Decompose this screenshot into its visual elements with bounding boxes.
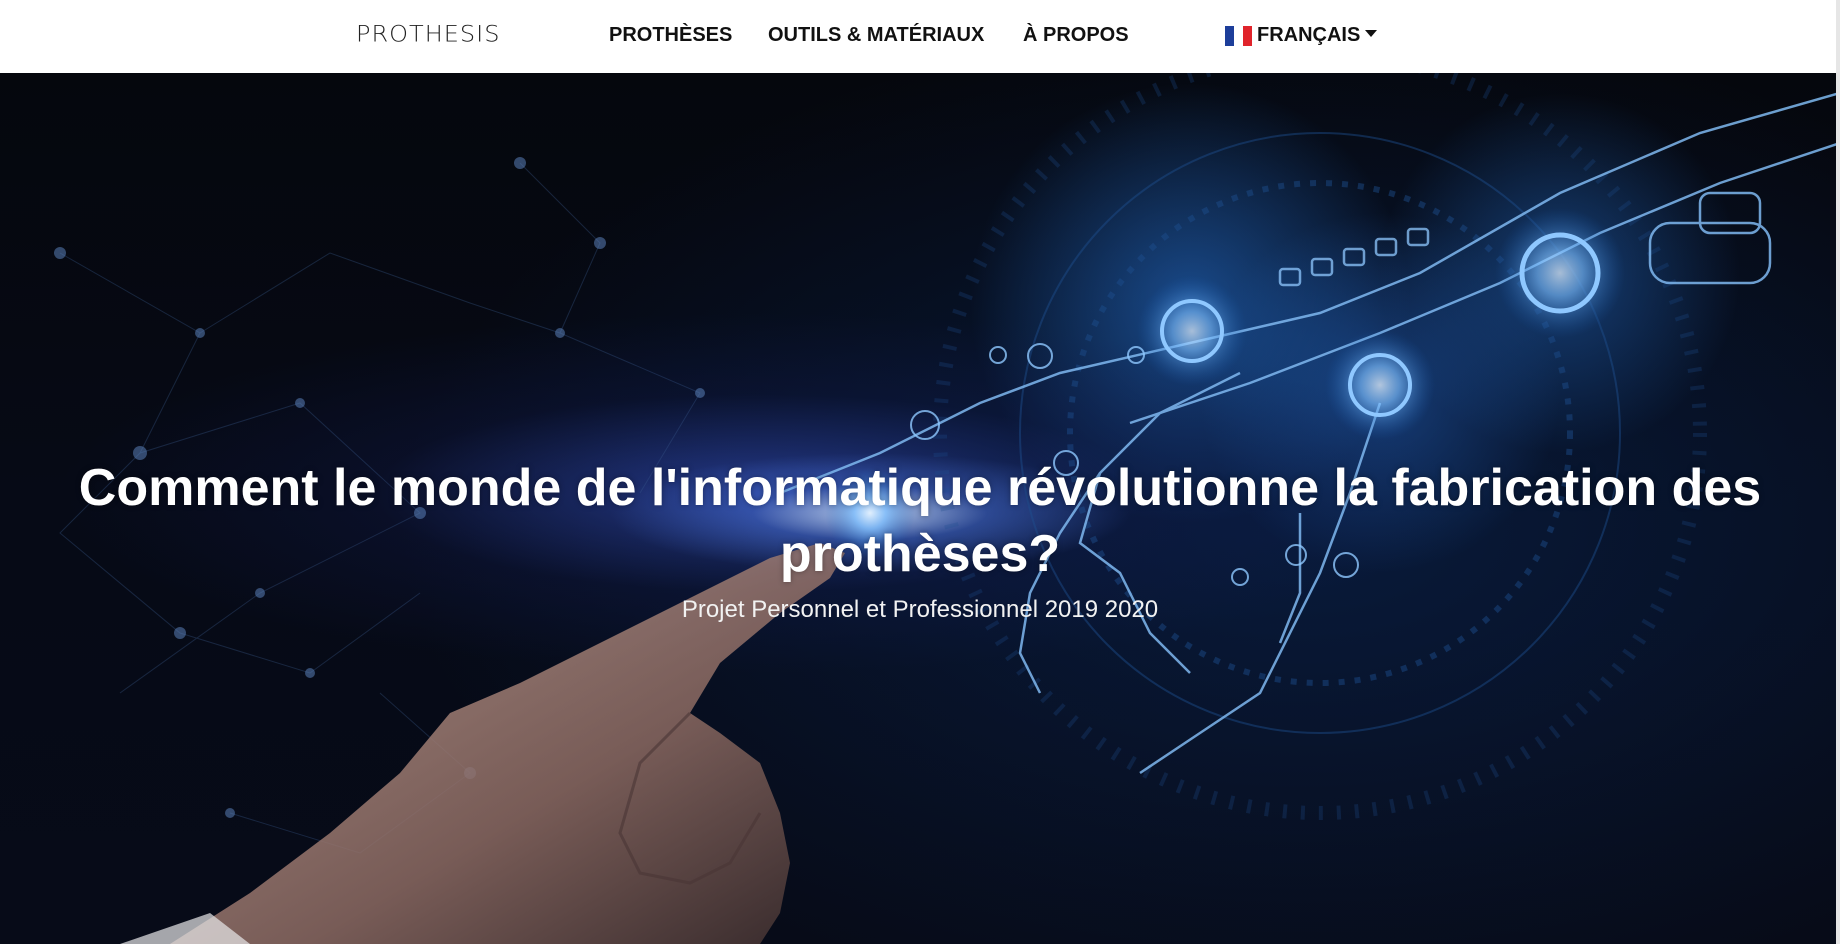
chevron-down-icon: [1365, 30, 1378, 37]
vertical-scrollbar[interactable]: [1836, 0, 1840, 944]
language-dropdown[interactable]: FRANÇAIS: [1225, 24, 1378, 47]
site-logo[interactable]: PROTHESIS: [356, 21, 500, 47]
french-flag-icon: [1225, 25, 1252, 46]
hero-subtitle: Projet Personnel et Professionnel 2019 2…: [681, 596, 1159, 623]
nav-link-a-propos[interactable]: À PROPOS: [1023, 24, 1129, 47]
page: PROTHESIS PROTHÈSES OUTILS & MATÉRIAUX À…: [0, 0, 1840, 944]
top-navbar: PROTHESIS PROTHÈSES OUTILS & MATÉRIAUX À…: [0, 0, 1840, 73]
hero-banner: Comment le monde de l'informatique révol…: [0, 73, 1840, 944]
nav-link-outils-materiaux[interactable]: OUTILS & MATÉRIAUX: [768, 24, 984, 47]
nav-link-protheses[interactable]: PROTHÈSES: [609, 24, 732, 47]
hero-title: Comment le monde de l'informatique révol…: [78, 459, 1762, 583]
language-label: FRANÇAIS: [1257, 24, 1361, 46]
